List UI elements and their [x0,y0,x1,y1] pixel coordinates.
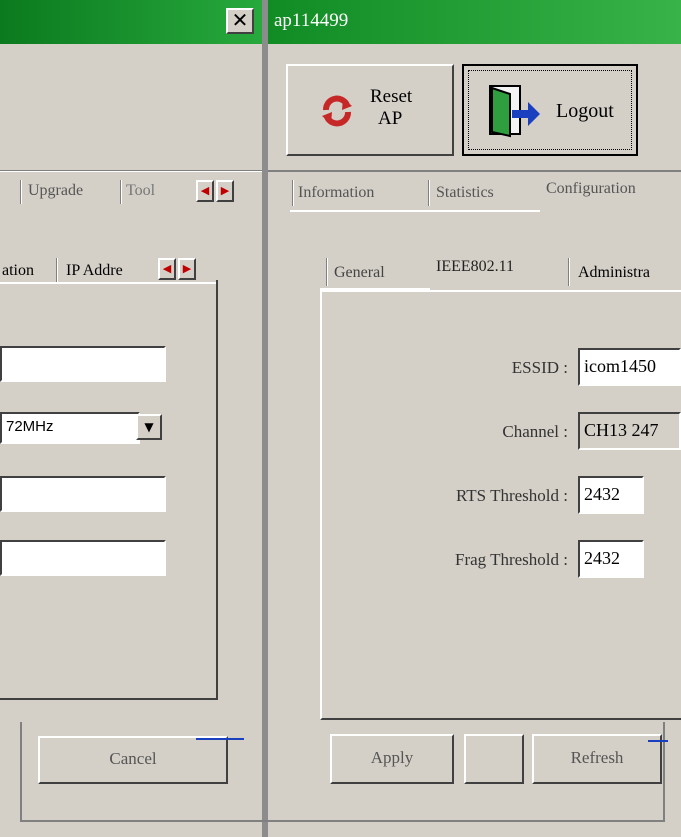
tab-separator [292,180,294,206]
essid-label: ESSID : [511,358,568,377]
logout-door-icon [484,80,544,140]
tab-configuration[interactable]: Configuration [546,180,636,198]
tab-separator [568,258,570,286]
left-field-3[interactable] [0,476,166,512]
window-title: ap114499 [274,10,349,31]
left-field-1[interactable] [0,346,166,382]
logout-button[interactable]: Logout [462,64,638,156]
subtab-administration[interactable]: Administra [578,264,650,282]
reset-label-2: AP [378,108,403,129]
reset-icon [320,94,354,128]
logout-label: Logout [556,100,614,122]
reset-label-1: Reset [370,86,413,107]
subtab-ieee80211[interactable]: IEEE802.11 [436,258,514,276]
frag-threshold-input[interactable]: 2432 [578,540,644,578]
channel-select[interactable]: 72MHz [0,412,140,444]
arrow-right-icon[interactable]: ▶ [178,258,196,280]
left-field-4[interactable] [0,540,166,576]
dropdown-arrow-icon[interactable]: ▼ [136,414,162,440]
tabs-underline [290,210,540,212]
right-separator [268,170,681,172]
rts-threshold-label: RTS Threshold : [455,486,568,505]
channel-label: Channel : [502,422,568,441]
focus-line [196,738,244,740]
tab-statistics[interactable]: Statistics [436,184,494,202]
channel-select[interactable]: CH13 247 [578,412,681,450]
subtab-information[interactable]: ation [2,262,34,280]
tab-separator [120,180,122,204]
tab-upgrade[interactable]: Upgrade [28,182,83,200]
left-window-titlebar[interactable] [0,0,262,44]
apply-button[interactable]: Apply [330,734,454,784]
refresh-button[interactable]: Refresh [532,734,662,784]
rts-threshold-input[interactable]: 2432 [578,476,644,514]
spacer-button [464,734,524,784]
arrow-right-icon[interactable]: ▶ [216,180,234,202]
frag-threshold-label: Frag Threshold : [454,550,568,569]
tab-tool[interactable]: Tool [126,182,155,200]
subtab-ip-address[interactable]: IP Addre [66,262,123,280]
arrow-left-icon[interactable]: ◀ [196,180,214,202]
left-separator [0,170,262,172]
tab-separator [326,258,328,286]
tab-information[interactable]: Information [298,184,374,202]
focus-line [648,740,668,742]
close-icon[interactable]: ✕ [226,8,254,34]
tab-separator [428,180,430,206]
arrow-left-icon[interactable]: ◀ [158,258,176,280]
subtab-general[interactable]: General [334,264,385,282]
tab-separator [20,180,22,204]
essid-input[interactable]: icom1450 [578,348,681,386]
reset-ap-button[interactable]: Reset AP [286,64,454,156]
